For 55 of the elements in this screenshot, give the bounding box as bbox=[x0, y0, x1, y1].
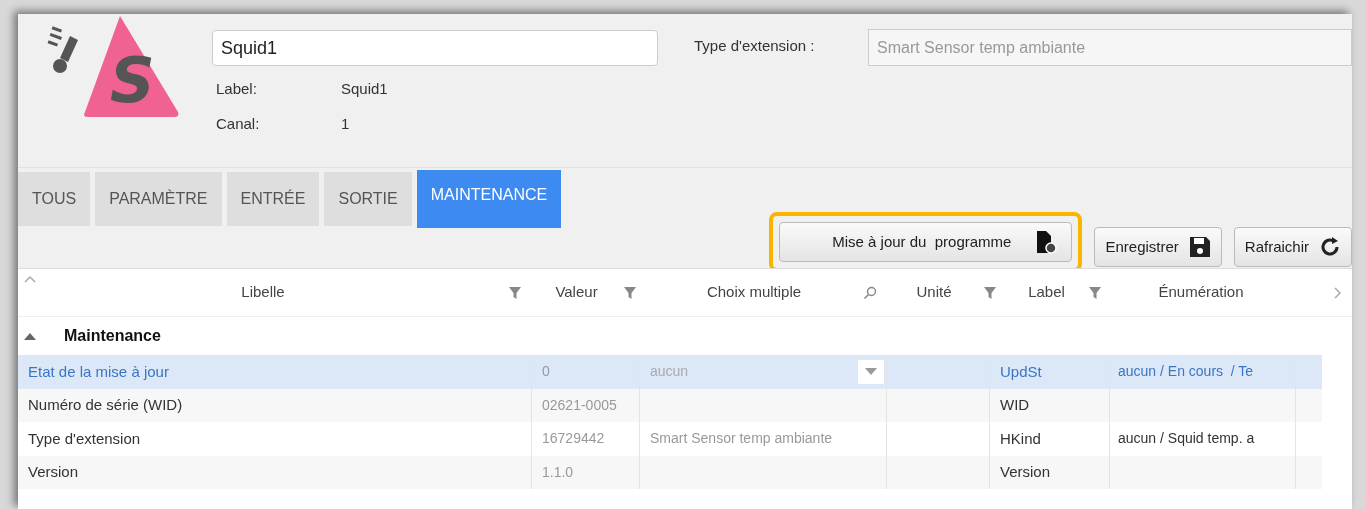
name-field[interactable]: Squid1 bbox=[212, 30, 658, 66]
table-cell-text: WID bbox=[1000, 395, 1030, 415]
extension-type-field: Smart Sensor temp ambiante bbox=[868, 29, 1352, 66]
column-header[interactable]: Énumération bbox=[1110, 281, 1292, 304]
table-cell-text: 16729442 bbox=[542, 429, 605, 449]
logo-letter: S bbox=[110, 50, 155, 112]
tab[interactable]: TOUS bbox=[18, 172, 91, 226]
collapse-icon[interactable] bbox=[24, 275, 36, 283]
toolbar-button[interactable]: Rafraichir bbox=[1233, 227, 1352, 267]
button-label: Rafraichir bbox=[1244, 236, 1309, 257]
table-cell-text: HKind bbox=[1000, 428, 1041, 449]
table-cell-text: Smart Sensor temp ambiante bbox=[650, 429, 833, 449]
filter-icon[interactable] bbox=[983, 285, 997, 300]
table-cell-text: 02621-0005 bbox=[542, 395, 617, 415]
group-toggle-icon[interactable] bbox=[24, 332, 36, 340]
tab[interactable]: SORTIE bbox=[324, 172, 412, 226]
caret-icon bbox=[865, 368, 877, 376]
tab[interactable]: ENTRÉE bbox=[226, 172, 320, 226]
field-value: 1 bbox=[341, 113, 350, 134]
toolbar-button[interactable]: Mise à jour du programme bbox=[779, 222, 1073, 262]
column-header[interactable]: Valeur bbox=[530, 281, 623, 304]
tab[interactable]: PARAMÈTRE bbox=[95, 172, 222, 226]
button-label: Mise à jour du programme bbox=[832, 231, 1012, 252]
table-cell-text: Type d'extension bbox=[28, 428, 141, 449]
table-cell-text: aucun / En cours / Te bbox=[1118, 362, 1254, 382]
extension-type-label: Type d'extension : bbox=[694, 37, 815, 54]
refresh-icon bbox=[1319, 236, 1341, 258]
field-label: Canal: bbox=[216, 113, 261, 134]
field-label: Label: bbox=[216, 79, 258, 99]
column-header[interactable]: Choix multiple bbox=[645, 281, 863, 304]
filter-icon[interactable] bbox=[1088, 285, 1102, 300]
field-value: Squid1 bbox=[341, 79, 388, 99]
button-label: Enregistrer bbox=[1105, 236, 1179, 257]
filter-icon[interactable] bbox=[623, 285, 637, 300]
file-icon bbox=[1035, 230, 1058, 254]
column-header[interactable]: Label bbox=[1005, 281, 1088, 304]
toolbar-button[interactable]: Enregistrer bbox=[1094, 227, 1222, 267]
table-cell-text: 1.1.0 bbox=[542, 462, 574, 482]
table-cell-text: Version bbox=[28, 462, 79, 482]
save-icon bbox=[1188, 236, 1211, 258]
group-label: Maintenance bbox=[64, 326, 161, 346]
column-header[interactable]: Unité bbox=[885, 281, 983, 304]
table-row[interactable]: Etat de la mise à jour 0 aucun UpdSt aucun / En cours / Te bbox=[18, 355, 1322, 389]
table-cell-text: aucun / Squid temp. a bbox=[1118, 429, 1255, 449]
table-cell-text: Version bbox=[1000, 462, 1051, 482]
column-header[interactable]: Libelle bbox=[18, 281, 508, 304]
table-row[interactable]: Numéro de série (WID) 02621-0005 WID bbox=[18, 388, 1322, 422]
search-icon[interactable] bbox=[863, 285, 877, 300]
table-row[interactable]: Version 1.1.0 Version bbox=[18, 455, 1322, 489]
scroll-right-icon[interactable] bbox=[1334, 287, 1342, 299]
filter-icon[interactable] bbox=[508, 285, 522, 300]
table-cell-text: 0 bbox=[542, 362, 550, 382]
table-cell-text: Etat de la mise à jour bbox=[28, 361, 169, 382]
table-cell-text: UpdSt bbox=[1000, 361, 1042, 382]
table-cell-text: Numéro de série (WID) bbox=[28, 395, 183, 415]
